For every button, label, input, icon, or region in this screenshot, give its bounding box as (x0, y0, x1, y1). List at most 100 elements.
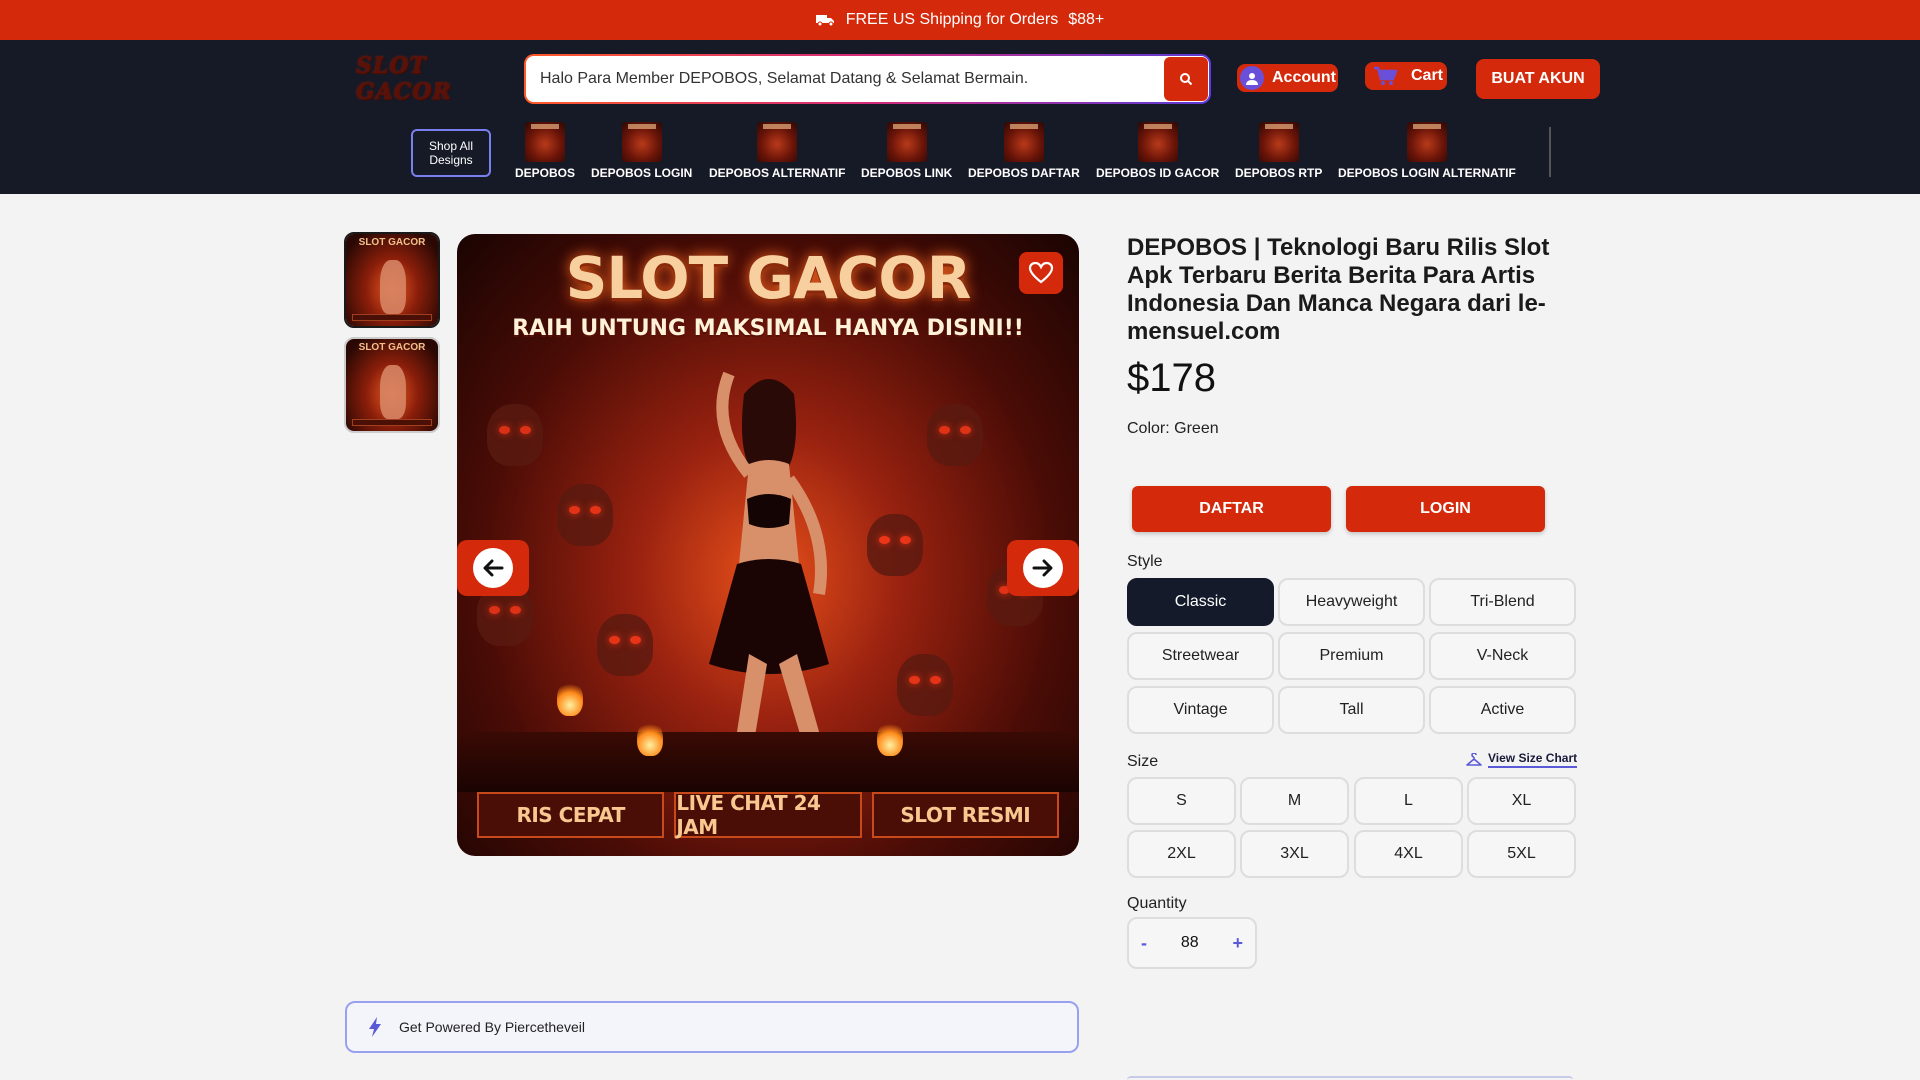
cart-button[interactable]: Cart (1365, 62, 1447, 90)
search-bar (524, 54, 1211, 104)
size-option-2xl[interactable]: 2XL (1127, 830, 1236, 878)
size-chart-label: View Size Chart (1488, 751, 1578, 768)
announcement-amount: $88+ (1068, 11, 1105, 28)
logo-text: SLOT GACOR (356, 53, 452, 105)
thumbnail-title: SLOT GACOR (358, 342, 426, 353)
view-size-chart-link[interactable]: View Size Chart (1466, 751, 1578, 768)
size-option-5xl[interactable]: 5XL (1467, 830, 1576, 878)
thumbnail-image: SLOT GACOR (346, 339, 438, 431)
nav-category-depobos-id-gacor[interactable]: DEPOBOS ID GACOR (1096, 122, 1219, 180)
lightning-icon (369, 1017, 381, 1037)
style-option-premium[interactable]: Premium (1278, 632, 1425, 680)
nav-category-depobos-login-alternatif[interactable]: DEPOBOS LOGIN ALTERNATIF (1338, 122, 1516, 180)
gallery-thumbnail-1[interactable]: SLOT GACOR (344, 232, 440, 328)
color-selection: Color: Green (1127, 420, 1219, 438)
next-image-button[interactable] (1007, 540, 1079, 596)
nav-category-depobos-login[interactable]: DEPOBOS LOGIN (591, 122, 692, 180)
category-thumbnail (1258, 122, 1299, 162)
nav-category-depobos-daftar[interactable]: DEPOBOS DAFTAR (968, 122, 1080, 180)
nav-category-depobos[interactable]: DEPOBOS (515, 122, 575, 180)
search-button[interactable] (1164, 57, 1208, 101)
powered-by-banner[interactable]: Get Powered By Piercetheveil (345, 1001, 1079, 1053)
nav-category-depobos-link[interactable]: DEPOBOS LINK (861, 122, 952, 180)
category-thumbnail (1406, 122, 1447, 162)
category-thumbnail (886, 122, 927, 162)
category-label: DEPOBOS DAFTAR (968, 166, 1080, 180)
quantity-label: Quantity (1127, 895, 1187, 912)
category-label: DEPOBOS (515, 166, 576, 180)
category-thumbnail (621, 122, 662, 162)
banner-subtitle: RAIH UNTUNG MAKSIMAL HANYA DISINI!! (512, 316, 1024, 341)
color-value: Green (1174, 420, 1219, 437)
color-label: Color: (1127, 420, 1170, 437)
daftar-button[interactable]: DAFTAR (1132, 486, 1331, 532)
size-option-m[interactable]: M (1240, 777, 1349, 825)
style-option-vintage[interactable]: Vintage (1127, 686, 1274, 734)
user-icon (1240, 66, 1264, 90)
cart-icon (1374, 66, 1397, 85)
category-thumbnail (1003, 122, 1044, 162)
next-section-edge (1127, 1076, 1573, 1080)
thumbnail-image: SLOT GACOR (346, 234, 438, 326)
category-thumbnail (757, 122, 798, 162)
product-main-image: SLOT GACOR RAIH UNTUNG MAKSIMAL HANYA DI… (457, 234, 1079, 856)
quantity-value[interactable]: 88 (1181, 934, 1199, 952)
size-option-l[interactable]: L (1354, 777, 1463, 825)
banner-badges: RIS CEPAT LIVE CHAT 24 JAM SLOT RESMI (477, 791, 1059, 839)
category-label: DEPOBOS LOGIN (591, 166, 693, 180)
category-thumbnail (525, 122, 565, 162)
category-label: DEPOBOS ALTERNATIF (709, 166, 846, 180)
banner-badge: LIVE CHAT 24 JAM (674, 791, 862, 839)
nav-category-depobos-alternatif[interactable]: DEPOBOS ALTERNATIF (709, 122, 845, 180)
product-price: $178 (1127, 356, 1216, 400)
style-option-tall[interactable]: Tall (1278, 686, 1425, 734)
site-logo[interactable]: SLOT GACOR (356, 53, 490, 105)
prev-image-button[interactable] (457, 540, 529, 596)
style-option-classic[interactable]: Classic (1127, 578, 1274, 626)
size-label: Size (1127, 753, 1159, 770)
thumbnail-title: SLOT GACOR (358, 237, 426, 248)
search-icon (1180, 73, 1193, 86)
search-field-wrapper (526, 56, 1209, 102)
account-button[interactable]: Account (1237, 64, 1338, 92)
size-option-4xl[interactable]: 4XL (1354, 830, 1463, 878)
banner-title: SLOT GACOR (565, 244, 972, 312)
category-label: DEPOBOS RTP (1235, 166, 1323, 180)
banner-badge: SLOT RESMI (871, 792, 1059, 838)
nav-category-depobos-rtp[interactable]: DEPOBOS RTP (1235, 122, 1322, 180)
quantity-decrease-button[interactable]: - (1141, 933, 1147, 954)
category-label: DEPOBOS ID GACOR (1096, 166, 1220, 180)
size-option-s[interactable]: S (1127, 777, 1236, 825)
quantity-stepper: - 88 + (1127, 917, 1257, 969)
powered-by-text: Get Powered By Piercetheveil (399, 1019, 585, 1035)
announcement-bar: FREE US Shipping for Orders $88+ (0, 0, 1920, 40)
cart-label: Cart (1411, 67, 1444, 84)
heart-icon (1028, 261, 1054, 284)
style-option-heavyweight[interactable]: Heavyweight (1278, 578, 1425, 626)
size-option-3xl[interactable]: 3XL (1240, 830, 1349, 878)
banner-badge: RIS CEPAT (477, 792, 665, 838)
shop-all-designs-button[interactable]: Shop All Designs (411, 129, 491, 177)
wishlist-button[interactable] (1019, 252, 1063, 294)
style-label: Style (1127, 553, 1163, 570)
truck-icon (815, 13, 836, 27)
announcement-text: FREE US Shipping for Orders (845, 11, 1059, 28)
quantity-increase-button[interactable]: + (1232, 933, 1243, 954)
dancer-figure (709, 371, 829, 784)
style-option-v-neck[interactable]: V-Neck (1429, 632, 1576, 680)
style-option-active[interactable]: Active (1429, 686, 1576, 734)
gallery-thumbnail-2[interactable]: SLOT GACOR (344, 337, 440, 433)
account-label: Account (1272, 69, 1336, 86)
hanger-icon (1466, 752, 1482, 766)
style-option-tri-blend[interactable]: Tri-Blend (1429, 578, 1576, 626)
casino-table (457, 732, 1079, 792)
signup-button[interactable]: BUAT AKUN (1476, 59, 1600, 99)
login-button[interactable]: LOGIN (1346, 486, 1545, 532)
product-title: DEPOBOS | Teknologi Baru Rilis Slot Apk … (1127, 234, 1550, 345)
style-option-streetwear[interactable]: Streetwear (1127, 632, 1274, 680)
category-label: DEPOBOS LOGIN ALTERNATIF (1338, 166, 1516, 180)
nav-divider (1549, 127, 1551, 177)
search-input[interactable] (526, 56, 1164, 102)
category-label: DEPOBOS LINK (861, 166, 953, 180)
size-option-xl[interactable]: XL (1467, 777, 1576, 825)
